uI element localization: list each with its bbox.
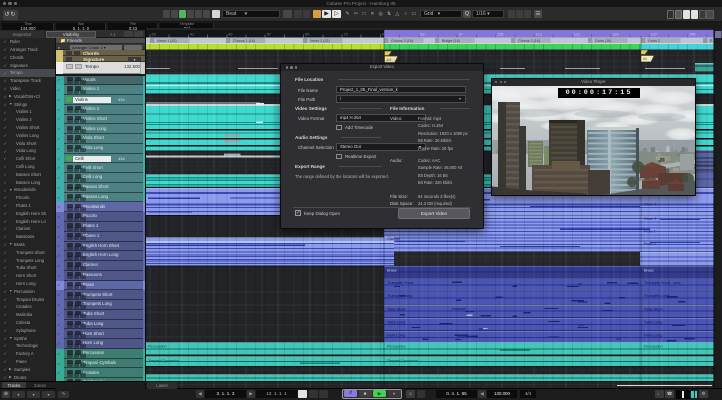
svg-text:145: 145	[689, 33, 695, 37]
svg-text:Bridge (16): Bridge (16)	[442, 39, 460, 43]
svg-text:129: 129	[612, 33, 618, 37]
svg-text:41: 41	[190, 33, 194, 37]
svg-text:113: 113	[536, 33, 542, 37]
svg-text:Trumpets Short: Trumpets Short	[644, 281, 671, 285]
svg-text:Outro (16): Outro (16)	[595, 39, 611, 43]
svg-text:33: 33	[152, 33, 156, 37]
svg-text:Chorus 2 (16): Chorus 2 (16)	[391, 39, 413, 43]
svg-text:64: 64	[643, 57, 647, 61]
svg-text:Percussion: Percussion	[644, 345, 663, 349]
svg-text:Verse 1 (32): Verse 1 (32)	[157, 39, 177, 43]
svg-text:Percussion: Percussion	[148, 345, 167, 349]
svg-text:Tuba Long: Tuba Long	[644, 320, 662, 324]
svg-text:65: 65	[305, 33, 309, 37]
svg-text:49: 49	[228, 33, 232, 37]
svg-text:73: 73	[344, 33, 348, 37]
svg-text:137: 137	[651, 33, 657, 37]
svg-text:Chorus 1 (16): Chorus 1 (16)	[233, 39, 255, 43]
svg-text:121: 121	[574, 33, 580, 37]
svg-text:Timpani Dynamics: Timpani Dynamics	[148, 359, 179, 363]
svg-text:Timpani Dynamics: Timpani Dynamics	[387, 359, 418, 363]
svg-text:Tuba Short: Tuba Short	[644, 307, 664, 311]
svg-text:57: 57	[267, 33, 271, 37]
svg-text:4/4: 4/4	[387, 58, 392, 62]
svg-text:105: 105	[497, 33, 503, 37]
svg-text:Trumpets Short: Trumpets Short	[387, 281, 414, 285]
svg-text:Trumpets Long: Trumpets Long	[644, 294, 669, 298]
svg-text:Brass: Brass	[387, 269, 397, 273]
svg-text:Verse 2 (32): Verse 2 (32)	[310, 39, 330, 43]
svg-text:89: 89	[420, 33, 424, 37]
svg-text:97: 97	[459, 33, 463, 37]
svg-text:Clarinet: Clarinet	[387, 237, 401, 241]
svg-text:Outro 2: Outro 2	[648, 39, 660, 43]
svg-text:Chorus 3 (16): Chorus 3 (16)	[518, 39, 540, 43]
